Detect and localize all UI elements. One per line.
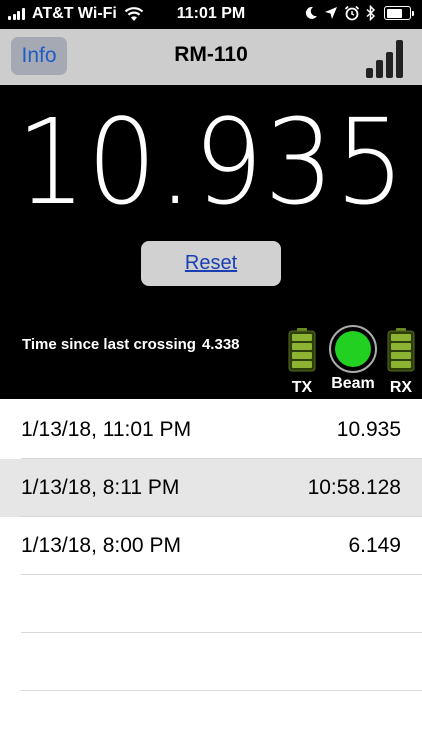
battery-icon	[384, 6, 414, 20]
list-item-value: 6.149	[348, 534, 401, 557]
tx-indicator: TX	[287, 328, 317, 397]
bluetooth-icon	[366, 5, 376, 21]
time-since-crossing: Time since last crossing 4.338	[22, 336, 240, 353]
list-item-value: 10.935	[336, 418, 401, 441]
moon-icon	[305, 6, 317, 19]
tx-label: TX	[291, 379, 313, 396]
list-item-date: 1/13/18, 8:11 PM	[21, 476, 180, 499]
nav-bar: Info RM-110	[0, 29, 422, 85]
rx-label: RX	[389, 379, 413, 396]
divider	[21, 690, 422, 691]
location-arrow-icon	[325, 7, 337, 19]
elapsed-time-display: 10.935	[16, 93, 406, 231]
time-since-label: Time since last crossing	[22, 336, 196, 353]
device-title: RM-110	[174, 43, 248, 66]
list-item[interactable]: 1/13/18, 11:01 PM 10.935	[0, 401, 422, 459]
list-item-value: 10:58.128	[307, 476, 401, 499]
tx-battery-icon	[288, 328, 316, 372]
empty-row	[0, 575, 422, 633]
beam-indicator: Beam	[326, 325, 380, 393]
timer-panel: 10.935 Reset Time since last crossing 4.3…	[0, 85, 422, 399]
beam-label: Beam	[331, 375, 375, 392]
status-bar: AT&T Wi-Fi 11:01 PM	[0, 0, 422, 29]
crossing-list: 1/13/18, 11:01 PM 10.935 1/13/18, 8:11 P…	[0, 401, 422, 691]
rx-indicator: RX	[386, 328, 416, 397]
list-item-date: 1/13/18, 11:01 PM	[21, 418, 192, 441]
list-item-date: 1/13/18, 8:00 PM	[21, 534, 181, 557]
empty-row	[0, 633, 422, 691]
reset-button[interactable]: Reset	[141, 241, 281, 286]
list-item[interactable]: 1/13/18, 8:11 PM 10:58.128	[0, 459, 422, 517]
beam-status-icon	[329, 325, 377, 373]
list-item[interactable]: 1/13/18, 8:00 PM 6.149	[0, 517, 422, 575]
alarm-icon	[344, 5, 360, 21]
status-right	[298, 5, 414, 21]
rx-battery-icon	[387, 328, 415, 372]
signal-strength-icon	[366, 40, 403, 78]
time-since-value: 4.338	[201, 336, 240, 353]
